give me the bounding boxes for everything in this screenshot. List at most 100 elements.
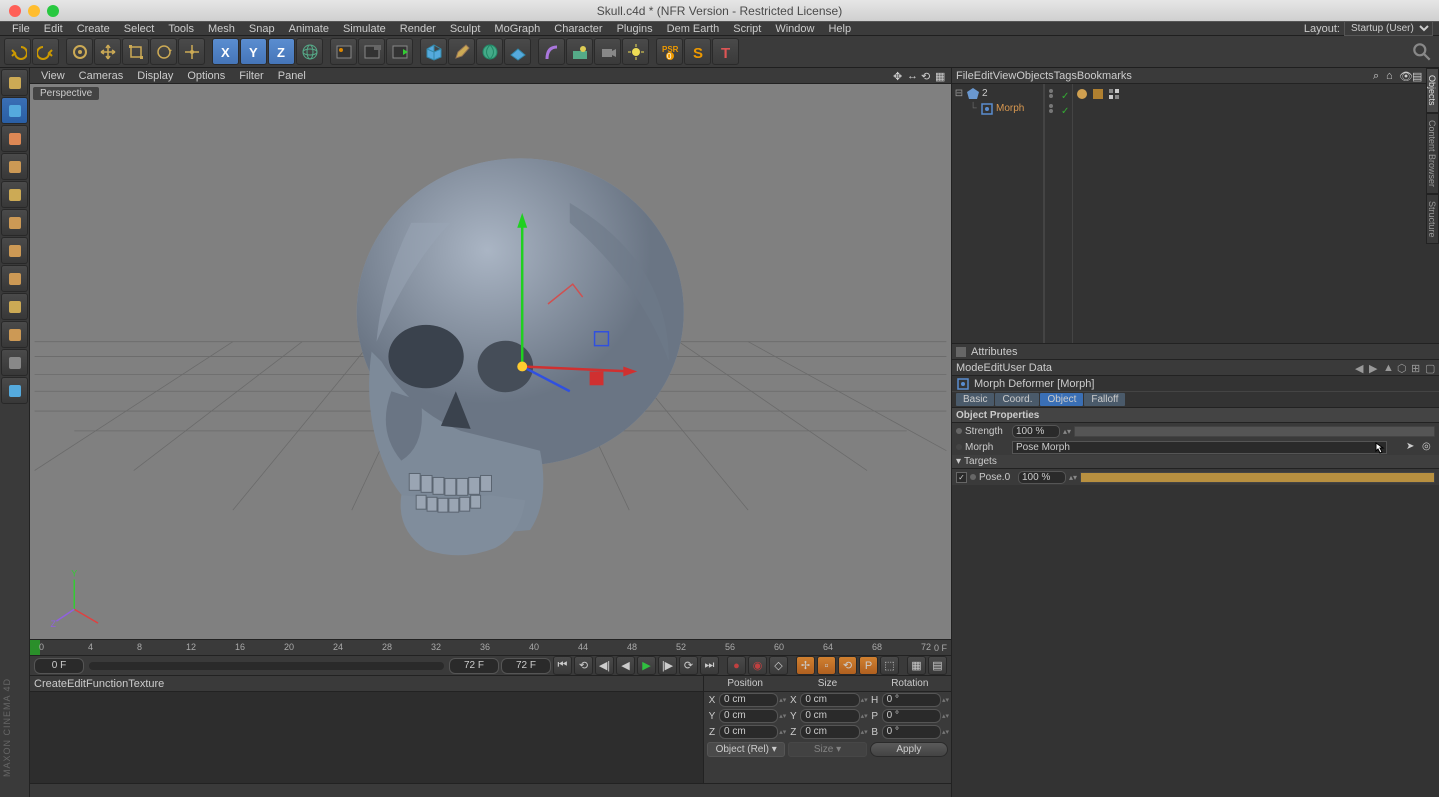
morph-link-field[interactable]: Pose Morph — [1012, 441, 1387, 454]
menu-animate[interactable]: Animate — [282, 23, 336, 35]
goto-end-icon[interactable]: ⏭ — [700, 656, 719, 675]
menu-sculpt[interactable]: Sculpt — [443, 23, 488, 35]
key-pos-icon[interactable]: ✢ — [796, 656, 815, 675]
link-pick-icon[interactable]: ➤ — [1406, 441, 1419, 454]
texture-mode-button[interactable] — [1, 125, 28, 152]
undo-button[interactable] — [4, 38, 31, 65]
goto-start-icon[interactable]: ⏮ — [553, 656, 572, 675]
attr-menu-userdata[interactable]: User Data — [1003, 362, 1053, 374]
goto-prevkey-icon[interactable]: ⟲ — [574, 656, 593, 675]
psr-button[interactable]: PSR0 — [656, 38, 683, 65]
om-menu-bookmarks[interactable]: Bookmarks — [1077, 70, 1132, 82]
pen-button[interactable] — [448, 38, 475, 65]
visibility-dots-icon[interactable] — [1048, 87, 1060, 99]
om-home-icon[interactable]: ⌂ — [1386, 70, 1398, 82]
model-mode-button[interactable] — [1, 97, 28, 124]
vp-menu-panel[interactable]: Panel — [271, 70, 313, 82]
om-search-icon[interactable]: ⌕ — [1373, 70, 1385, 82]
animation-layout-icon[interactable]: ▤ — [928, 656, 947, 675]
record-icon[interactable]: ● — [727, 656, 746, 675]
phong-tag-icon[interactable] — [1076, 88, 1088, 100]
keyframe-dot-icon[interactable] — [956, 444, 962, 450]
strength-slider[interactable] — [1074, 426, 1435, 437]
menu-select[interactable]: Select — [117, 23, 162, 35]
size-x-field[interactable]: 0 cm — [800, 693, 859, 707]
menu-help[interactable]: Help — [821, 23, 858, 35]
keyframe-dot-icon[interactable] — [970, 474, 976, 480]
camera-button[interactable] — [594, 38, 621, 65]
om-menu-objects[interactable]: Objects — [1016, 70, 1053, 82]
coord-apply-button[interactable]: Apply — [870, 742, 948, 757]
vp-move-icon[interactable]: ✥ — [893, 70, 905, 82]
keyframe-dot-icon[interactable] — [956, 428, 962, 434]
visibility-dots-icon[interactable] — [1048, 102, 1060, 114]
size-z-field[interactable]: 0 cm — [800, 725, 859, 739]
prev-frame-icon[interactable]: ◀| — [595, 656, 614, 675]
vp-rotate-icon[interactable]: ⟲ — [921, 70, 933, 82]
vp-menu-view[interactable]: View — [34, 70, 72, 82]
menu-script[interactable]: Script — [726, 23, 768, 35]
attr-lock-icon[interactable]: ⬡ — [1397, 362, 1408, 373]
menu-mesh[interactable]: Mesh — [201, 23, 242, 35]
target-value-field[interactable]: 100 % — [1018, 471, 1066, 484]
vp-layout-icon[interactable]: ▦ — [935, 70, 947, 82]
key-rot-icon[interactable]: ⟲ — [838, 656, 857, 675]
frame-end-field[interactable]: 72 F — [501, 658, 551, 674]
next-frame-icon[interactable]: |▶ — [658, 656, 677, 675]
morph-tag-icon[interactable] — [1092, 88, 1104, 100]
om-menu-file[interactable]: File — [956, 70, 974, 82]
scale-button[interactable] — [122, 38, 149, 65]
menu-edit[interactable]: Edit — [37, 23, 70, 35]
rot-p-field[interactable]: 0 ° — [882, 709, 941, 723]
mat-menu-edit[interactable]: Edit — [67, 678, 86, 690]
attr-up-icon[interactable]: ▲ — [1383, 362, 1394, 373]
menu-mograph[interactable]: MoGraph — [487, 23, 547, 35]
menu-tools[interactable]: Tools — [161, 23, 201, 35]
object-row[interactable]: ⊟ 2 — [954, 86, 1041, 101]
target-slider[interactable] — [1080, 472, 1435, 483]
size-y-field[interactable]: 0 cm — [800, 709, 859, 723]
attr-close-icon[interactable]: ▢ — [1425, 362, 1436, 373]
move-button[interactable] — [94, 38, 121, 65]
vp-menu-cameras[interactable]: Cameras — [72, 70, 131, 82]
rot-b-field[interactable]: 0 ° — [882, 725, 941, 739]
pos-y-field[interactable]: 0 cm — [719, 709, 778, 723]
point-mode-button[interactable] — [1, 265, 28, 292]
render-settings-button[interactable] — [358, 38, 385, 65]
attr-menu-edit[interactable]: Edit — [984, 362, 1003, 374]
uv-mode-button[interactable] — [1, 153, 28, 180]
side-tab-content-browser[interactable]: Content Browser — [1426, 113, 1439, 194]
menu-demearth[interactable]: Dem Earth — [660, 23, 727, 35]
letter-s-button[interactable]: S — [684, 38, 711, 65]
recent-button[interactable] — [178, 38, 205, 65]
mat-menu-texture[interactable]: Texture — [128, 678, 164, 690]
menu-simulate[interactable]: Simulate — [336, 23, 393, 35]
om-menu-view[interactable]: View — [993, 70, 1017, 82]
layout-dropdown[interactable]: Startup (User) — [1344, 21, 1433, 36]
om-menu-tags[interactable]: Tags — [1054, 70, 1077, 82]
vp-menu-filter[interactable]: Filter — [232, 70, 270, 82]
rotate-button[interactable] — [150, 38, 177, 65]
side-tab-objects[interactable]: Objects — [1426, 68, 1439, 113]
vp-menu-options[interactable]: Options — [180, 70, 232, 82]
menu-plugins[interactable]: Plugins — [610, 23, 660, 35]
frame-mid-field[interactable]: 72 F — [449, 658, 499, 674]
axis-y-button[interactable]: Y — [240, 38, 267, 65]
key-mode-icon[interactable]: ▦ — [907, 656, 926, 675]
cube-button[interactable] — [420, 38, 447, 65]
letter-t-button[interactable]: T — [712, 38, 739, 65]
vp-zoom-icon[interactable]: ↔ — [907, 70, 919, 82]
pos-x-field[interactable]: 0 cm — [719, 693, 778, 707]
object-manager[interactable]: ⊟ 2 └ Morph ✓ ✓ — [952, 84, 1439, 344]
menu-character[interactable]: Character — [547, 23, 609, 35]
attr-new-icon[interactable]: ⊞ — [1411, 362, 1422, 373]
object-name[interactable]: Morph — [996, 103, 1024, 114]
rot-h-field[interactable]: 0 ° — [882, 693, 941, 707]
axis-z-button[interactable]: Z — [268, 38, 295, 65]
axis-mode-button[interactable] — [1, 321, 28, 348]
pos-z-field[interactable]: 0 cm — [719, 725, 778, 739]
autokey-icon[interactable]: ◉ — [748, 656, 767, 675]
attr-tab-basic[interactable]: Basic — [956, 393, 994, 406]
menu-file[interactable]: File — [5, 23, 37, 35]
menu-render[interactable]: Render — [393, 23, 443, 35]
